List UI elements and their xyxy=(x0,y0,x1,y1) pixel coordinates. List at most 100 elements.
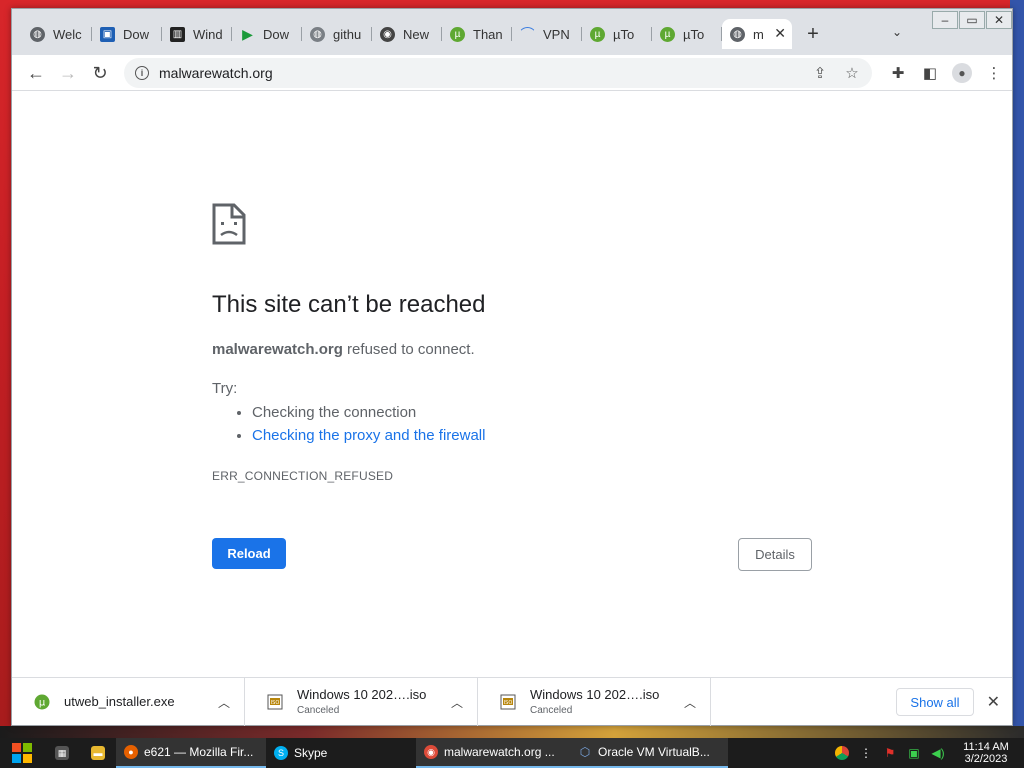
url-text[interactable]: malwarewatch.org xyxy=(159,65,273,81)
close-window-icon[interactable]: ✕ xyxy=(986,11,1012,29)
virtualbox-icon: ⬡ xyxy=(579,745,591,759)
extensions-icon[interactable]: ✚ xyxy=(886,61,910,85)
reload-icon[interactable]: ↻ xyxy=(88,61,112,85)
try-label: Try: xyxy=(212,380,238,397)
tab-8[interactable]: µ µTo xyxy=(582,19,652,49)
close-tab-icon[interactable]: ✕ xyxy=(774,25,786,42)
tab-0[interactable]: ◍ Welc xyxy=(22,19,92,49)
globe-icon: ◍ xyxy=(730,26,745,42)
volume-icon[interactable]: ◀) xyxy=(929,744,947,762)
back-icon[interactable]: ← xyxy=(24,61,48,85)
forward-icon[interactable]: → xyxy=(56,61,80,85)
chevron-up-icon[interactable]: ︿ xyxy=(684,694,696,711)
tab-strip: ◍ Welc ▣ Dow ▥ Wind ▶ Dow ◍ githu ◉ New xyxy=(12,9,1012,59)
address-bar[interactable]: i malwarewatch.org ⇪ ☆ xyxy=(124,58,872,88)
start-button[interactable] xyxy=(0,738,44,768)
tab-3[interactable]: ▶ Dow xyxy=(232,19,302,49)
taskbar-app-chrome[interactable]: ◉ malwarewatch.org ... xyxy=(416,738,570,768)
system-tray: ⋮ ⚑ ▣ ◀) 11:14 AM 3/2/2023 xyxy=(830,738,1024,768)
tab-label: Wind xyxy=(193,26,223,42)
error-domain: malwarewatch.org xyxy=(212,341,343,358)
tab-list: ◍ Welc ▣ Dow ▥ Wind ▶ Dow ◍ githu ◉ New xyxy=(22,19,828,49)
details-button[interactable]: Details xyxy=(738,538,812,571)
maximize-icon[interactable]: ▭ xyxy=(959,11,985,29)
taskbar-app-firefox[interactable]: ● e621 — Mozilla Fir... xyxy=(116,738,266,768)
error-desc-suffix: refused to connect. xyxy=(342,341,475,358)
show-all-button[interactable]: Show all xyxy=(896,688,974,716)
tab-2[interactable]: ▥ Wind xyxy=(162,19,232,49)
folder-icon: ▬ xyxy=(91,746,105,760)
taskbar-app-skype[interactable]: S Skype xyxy=(266,738,416,768)
tab-10-active[interactable]: ◍ m ✕ xyxy=(722,19,792,49)
reload-button[interactable]: Reload xyxy=(212,538,286,569)
taskbar: ▦ ▬ ● e621 — Mozilla Fir... S Skype ◉ ma… xyxy=(0,738,1024,768)
tab-7[interactable]: ⌒ VPN xyxy=(512,19,582,49)
window-controls: – ▭ ✕ xyxy=(931,11,1012,29)
globe-icon: ◍ xyxy=(310,26,325,42)
tab-label: µTo xyxy=(613,26,635,42)
tab-4[interactable]: ◍ githu xyxy=(302,19,372,49)
tab-label: Welc xyxy=(53,26,82,42)
suggestion-link[interactable]: Checking the proxy and the firewall xyxy=(252,427,485,444)
tab-5[interactable]: ◉ New xyxy=(372,19,442,49)
tab-label: m xyxy=(753,26,764,42)
utorrent-icon: µ xyxy=(34,694,50,710)
taskbar-app-virtualbox[interactable]: ⬡ Oracle VM VirtualB... xyxy=(570,738,728,768)
chrome-icon: ◉ xyxy=(424,745,438,759)
chevron-up-icon[interactable]: ︿ xyxy=(218,694,230,711)
download-item[interactable]: µ utweb_installer.exe ︿ xyxy=(12,677,245,726)
download-status: Canceled xyxy=(530,705,573,716)
chrome-tray-icon[interactable] xyxy=(833,744,851,762)
side-panel-icon[interactable]: ◧ xyxy=(918,61,942,85)
tab-label: VPN xyxy=(543,26,570,42)
download-name: utweb_installer.exe xyxy=(64,694,175,709)
utorrent-icon: µ xyxy=(660,26,675,42)
suggestion-list: Checking the connection Checking the pro… xyxy=(252,404,485,450)
skype-icon: S xyxy=(274,746,288,760)
menu-icon[interactable]: ⋮ xyxy=(982,61,1006,85)
chevron-up-icon[interactable]: ︿ xyxy=(451,694,463,711)
error-code: ERR_CONNECTION_REFUSED xyxy=(212,469,394,483)
download-item[interactable]: ISO Windows 10 202….iso Canceled ︿ xyxy=(245,677,478,726)
tab-1[interactable]: ▣ Dow xyxy=(92,19,162,49)
svg-text:µ: µ xyxy=(39,697,46,708)
utorrent-icon: µ xyxy=(450,26,465,42)
taskbar-app-label: malwarewatch.org ... xyxy=(444,745,555,759)
tray-more-icon[interactable]: ⋮ xyxy=(857,744,875,762)
desktop-art-strip xyxy=(0,726,1024,738)
info-icon[interactable]: i xyxy=(135,66,149,80)
star-icon[interactable]: ☆ xyxy=(842,64,862,82)
clock-time: 11:14 AM xyxy=(963,741,1009,753)
file-explorer-taskbar-icon[interactable]: ▬ xyxy=(80,738,116,768)
calculator-taskbar-icon[interactable]: ▦ xyxy=(44,738,80,768)
profile-icon[interactable]: ● xyxy=(950,61,974,85)
download-site-icon: ▣ xyxy=(100,26,115,42)
taskbar-app-label: e621 — Mozilla Fir... xyxy=(144,745,254,759)
download-name: Windows 10 202….iso xyxy=(530,687,660,702)
tab-label: githu xyxy=(333,26,362,42)
close-downloads-icon[interactable]: ✕ xyxy=(987,692,1000,712)
download-item[interactable]: ISO Windows 10 202….iso Canceled ︿ xyxy=(478,677,711,726)
share-icon[interactable]: ⇪ xyxy=(810,64,830,82)
iso-file-icon: ISO xyxy=(267,694,283,710)
tab-9[interactable]: µ µTo xyxy=(652,19,722,49)
omnibox-actions: ⇪ ☆ xyxy=(798,64,862,82)
sad-page-icon xyxy=(212,203,246,245)
tab-6[interactable]: µ Than xyxy=(442,19,512,49)
flag-icon[interactable]: ⚑ xyxy=(881,744,899,762)
tab-search-icon[interactable]: ⌄ xyxy=(892,25,902,39)
network-icon[interactable]: ▣ xyxy=(905,744,923,762)
minimize-icon[interactable]: – xyxy=(932,11,958,29)
new-tab-button[interactable]: + xyxy=(798,19,828,49)
download-text: Windows 10 202….iso Canceled xyxy=(297,687,426,716)
taskbar-app-label: Oracle VM VirtualB... xyxy=(598,745,710,759)
svg-text:ISO: ISO xyxy=(271,700,280,706)
chrome-icon xyxy=(835,746,849,760)
chrome-icon: ◉ xyxy=(380,26,395,42)
calculator-icon: ▦ xyxy=(55,746,69,760)
taskbar-app-label: Skype xyxy=(294,746,328,760)
windows-site-icon: ▥ xyxy=(170,26,185,42)
tab-label: New xyxy=(403,26,430,42)
clock[interactable]: 11:14 AM 3/2/2023 xyxy=(958,741,1014,765)
avatar: ● xyxy=(952,63,972,83)
